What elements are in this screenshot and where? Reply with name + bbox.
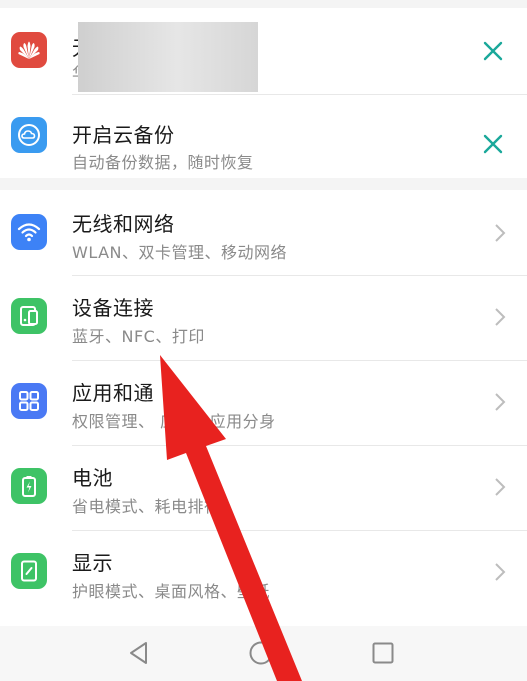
huawei-logo-icon (11, 32, 47, 68)
cloud-backup-icon (11, 117, 47, 153)
settings-item-title: 设备连接 (72, 296, 154, 320)
settings-item-subtitle: 权限管理、 应用、应用分身 (72, 412, 276, 431)
close-icon[interactable] (480, 131, 506, 157)
settings-item-subtitle: 护眼模式、桌面风格、壁纸 (72, 582, 271, 601)
apps-icon (11, 383, 47, 419)
settings-item-title: 电池 (72, 466, 113, 490)
top-suggestion-card: 无 华 开启云备份 自动备份数据，随时恢复 (0, 8, 527, 178)
battery-icon (11, 468, 47, 504)
chevron-right-icon (495, 224, 506, 242)
home-icon[interactable] (248, 640, 274, 666)
cloud-backup-row[interactable]: 开启云备份 自动备份数据，随时恢复 (0, 95, 527, 178)
backup-subtitle: 自动备份数据，随时恢复 (72, 153, 254, 172)
settings-item-title: 应用和通 (72, 381, 154, 405)
settings-item-subtitle: 省电模式、耗电排行 (72, 497, 221, 516)
navigation-bar (0, 626, 527, 681)
chevron-right-icon (495, 563, 506, 581)
settings-item-device-connection[interactable]: 设备连接 蓝牙、NFC、打印 (0, 276, 527, 360)
back-icon[interactable] (126, 640, 152, 666)
chevron-right-icon (495, 308, 506, 326)
settings-item-display[interactable]: 显示 护眼模式、桌面风格、壁纸 (0, 531, 527, 626)
settings-item-subtitle: 蓝牙、NFC、打印 (72, 327, 205, 346)
redacted-account-info (78, 22, 258, 92)
device-connect-icon (11, 298, 47, 334)
display-icon (11, 553, 47, 589)
settings-item-apps[interactable]: 应用和通 权限管理、 应用、应用分身 (0, 361, 527, 445)
settings-item-title: 无线和网络 (72, 212, 175, 236)
backup-title: 开启云备份 (72, 123, 175, 147)
huawei-account-row[interactable]: 无 华 (0, 8, 527, 94)
settings-item-subtitle: WLAN、双卡管理、移动网络 (72, 243, 288, 262)
settings-item-wireless[interactable]: 无线和网络 WLAN、双卡管理、移动网络 (0, 190, 527, 275)
recents-icon[interactable] (370, 640, 396, 666)
wifi-icon (11, 214, 47, 250)
close-icon[interactable] (480, 38, 506, 64)
settings-list: 无线和网络 WLAN、双卡管理、移动网络 设备连接 蓝牙、NFC、打印 应用和通… (0, 190, 527, 626)
chevron-right-icon (495, 393, 506, 411)
settings-item-title: 显示 (72, 551, 113, 575)
settings-item-battery[interactable]: 电池 省电模式、耗电排行 (0, 446, 527, 530)
chevron-right-icon (495, 478, 506, 496)
